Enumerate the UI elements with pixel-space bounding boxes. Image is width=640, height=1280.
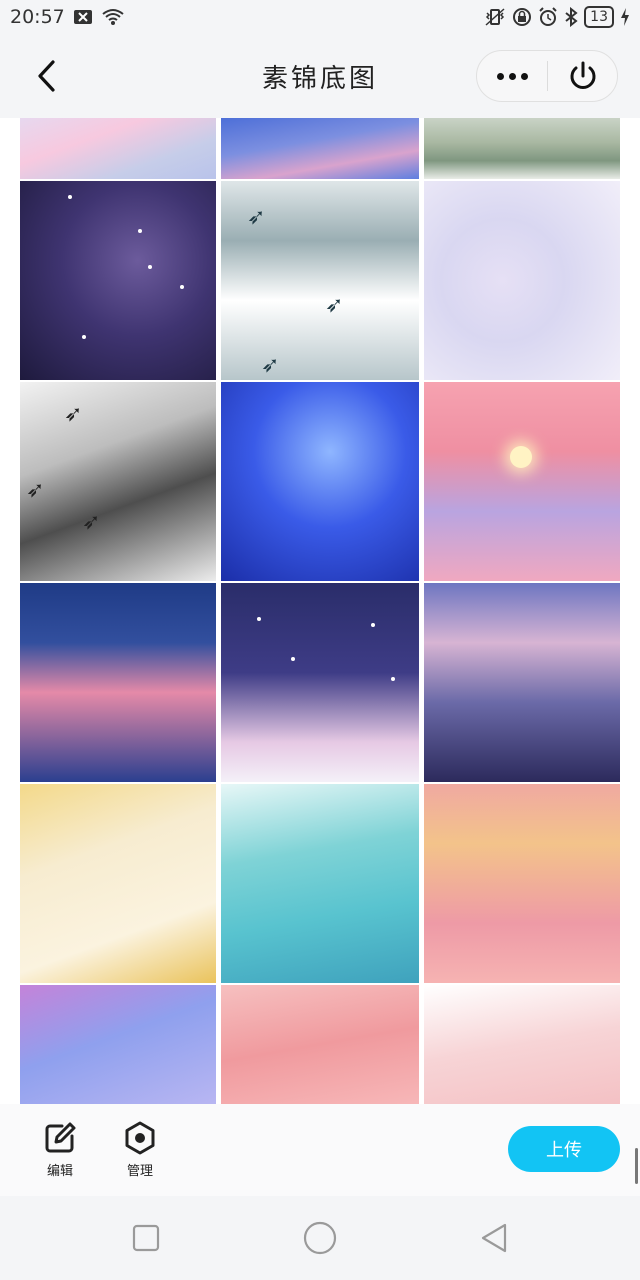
star-decoration	[138, 229, 142, 233]
image-tile[interactable]	[424, 181, 620, 380]
battery-level: 13	[590, 9, 608, 25]
recents-button[interactable]	[128, 1220, 164, 1256]
wifi-icon	[101, 8, 125, 26]
home-button[interactable]	[302, 1220, 338, 1256]
home-circle-icon	[303, 1221, 337, 1255]
manage-icon	[125, 1121, 155, 1155]
upload-button[interactable]: 上传	[508, 1126, 620, 1172]
charging-icon	[620, 8, 630, 26]
close-button[interactable]	[548, 51, 617, 101]
status-left: 20:57	[10, 6, 125, 28]
image-tile[interactable]	[221, 382, 419, 581]
alarm-icon	[538, 7, 558, 27]
more-button[interactable]	[477, 51, 547, 101]
star-decoration	[257, 617, 261, 621]
image-tile[interactable]: ➶ ➶ ➶	[20, 382, 216, 581]
power-icon	[570, 61, 595, 89]
mini-program-capsule	[476, 50, 618, 102]
status-right: 13	[484, 6, 630, 28]
manage-label: 管理	[126, 1164, 153, 1179]
star-decoration	[68, 195, 72, 199]
edit-icon	[45, 1122, 76, 1153]
edit-label: 编辑	[46, 1164, 73, 1179]
image-tile[interactable]	[20, 181, 216, 380]
image-tile[interactable]	[424, 985, 620, 1104]
bluetooth-icon	[564, 7, 578, 27]
bird-decoration: ➶	[261, 353, 280, 378]
status-time: 20:57	[10, 6, 65, 28]
recents-square-icon	[132, 1224, 160, 1252]
back-triangle-icon	[481, 1223, 507, 1253]
image-tile[interactable]	[20, 118, 216, 179]
image-tile[interactable]	[221, 985, 419, 1104]
screen: 20:57 13 素锦底图 ➶ ➶ ➶ ➶ ➶ ➶ 编辑 管理 上传	[0, 0, 640, 1280]
manage-button[interactable]: 管理	[108, 1120, 172, 1179]
more-dot	[508, 72, 516, 80]
nav-back-button[interactable]	[476, 1220, 512, 1256]
system-nav-bar	[0, 1196, 640, 1280]
close-box-icon	[73, 9, 93, 25]
bird-decoration: ➶	[247, 205, 266, 230]
bird-decoration: ➶	[325, 293, 344, 318]
bird-decoration: ➶	[82, 510, 101, 535]
image-tile[interactable]	[424, 784, 620, 983]
image-tile[interactable]	[20, 985, 216, 1104]
star-decoration	[148, 265, 152, 269]
image-tile[interactable]	[221, 784, 419, 983]
star-decoration	[180, 285, 184, 289]
sun-decoration	[510, 446, 532, 468]
image-tile[interactable]	[221, 118, 419, 179]
star-decoration	[391, 677, 395, 681]
image-tile[interactable]	[20, 583, 216, 782]
bottom-toolbar: 编辑 管理 上传	[0, 1104, 640, 1196]
battery-icon: 13	[584, 6, 614, 28]
image-tile[interactable]	[424, 118, 620, 179]
image-tile[interactable]	[221, 583, 419, 782]
image-tile[interactable]	[20, 784, 216, 983]
bird-decoration: ➶	[64, 402, 83, 427]
image-tile[interactable]	[424, 583, 620, 782]
title-bar: 素锦底图	[0, 34, 640, 118]
star-decoration	[371, 623, 375, 627]
more-dot	[496, 72, 504, 80]
bird-decoration: ➶	[26, 478, 45, 503]
scrollbar-thumb[interactable]	[635, 1148, 638, 1184]
more-dot	[520, 72, 528, 80]
image-grid: ➶ ➶ ➶ ➶ ➶ ➶	[0, 118, 640, 1104]
lock-icon	[512, 7, 532, 27]
status-bar: 20:57 13	[0, 0, 640, 34]
image-tile[interactable]: ➶ ➶ ➶	[221, 181, 419, 380]
edit-button[interactable]: 编辑	[28, 1120, 92, 1179]
vibrate-icon	[484, 7, 506, 27]
star-decoration	[291, 657, 295, 661]
image-tile[interactable]	[424, 382, 620, 581]
star-decoration	[82, 335, 86, 339]
